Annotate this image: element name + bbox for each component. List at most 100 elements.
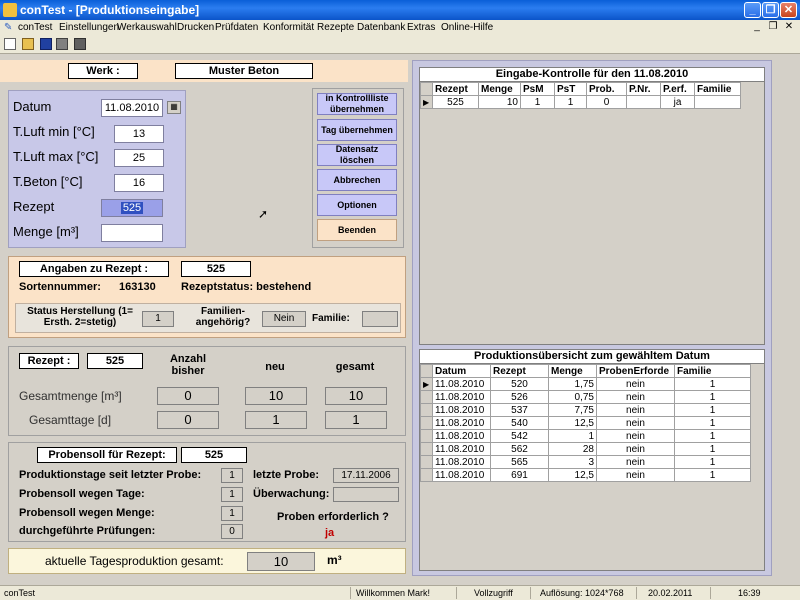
cell[interactable]: 1 bbox=[674, 455, 751, 469]
cell[interactable]: 11.08.2010 bbox=[432, 416, 491, 430]
minimize-button[interactable]: _ bbox=[744, 2, 761, 18]
cell[interactable]: 562 bbox=[490, 442, 549, 456]
menge-field[interactable] bbox=[101, 224, 163, 242]
cell[interactable]: 11.08.2010 bbox=[432, 442, 491, 456]
cell[interactable]: 0,75 bbox=[548, 390, 597, 404]
cell[interactable]: 11.08.2010 bbox=[432, 403, 491, 417]
datensatz-loeschen-button[interactable]: Datensatz löschen bbox=[317, 144, 397, 166]
tag-uebernehmen-button[interactable]: Tag übernehmen bbox=[317, 119, 397, 141]
cell[interactable]: 11.08.2010 bbox=[432, 429, 491, 443]
rezept-field[interactable]: 525 bbox=[101, 199, 163, 217]
cell[interactable]: nein bbox=[596, 429, 675, 443]
cell[interactable]: 1 bbox=[520, 95, 555, 109]
calendar-icon[interactable]: ▦ bbox=[167, 101, 181, 114]
row-selector[interactable] bbox=[420, 403, 433, 417]
cell[interactable]: nein bbox=[596, 416, 675, 430]
cell[interactable]: 520 bbox=[490, 377, 549, 391]
row-selector-icon[interactable]: ▶ bbox=[420, 95, 433, 109]
menu-rezepte[interactable]: Rezepte bbox=[317, 22, 354, 33]
row-selector-icon[interactable]: ▶ bbox=[420, 377, 433, 391]
cell[interactable]: 1 bbox=[674, 442, 751, 456]
cell[interactable]: 1 bbox=[674, 403, 751, 417]
menu-drucken[interactable]: Drucken bbox=[177, 22, 214, 33]
familie-field[interactable] bbox=[362, 311, 398, 327]
kontrollliste-button[interactable]: in Kontrollliste übernehmen bbox=[317, 93, 397, 115]
menu-online-hilfe[interactable]: Online-Hilfe bbox=[441, 22, 493, 33]
row-selector[interactable] bbox=[420, 416, 433, 430]
cell[interactable]: 537 bbox=[490, 403, 549, 417]
table-row[interactable]: 11.08.2010 565 3 nein 1 bbox=[420, 455, 751, 469]
mdi-minimize-icon[interactable]: _ bbox=[750, 21, 764, 34]
beenden-button[interactable]: Beenden bbox=[317, 219, 397, 241]
row-selector[interactable] bbox=[420, 442, 433, 456]
cell[interactable]: nein bbox=[596, 390, 675, 404]
table-row[interactable]: ▶ 525 10 1 1 0 ja bbox=[420, 95, 741, 109]
open-folder-icon[interactable] bbox=[22, 38, 34, 50]
cell[interactable]: 7,75 bbox=[548, 403, 597, 417]
datum-field[interactable]: 11.08.2010 bbox=[101, 99, 163, 117]
print-icon[interactable] bbox=[56, 38, 68, 50]
cell[interactable]: 11.08.2010 bbox=[432, 455, 491, 469]
maximize-button[interactable]: ❐ bbox=[762, 2, 779, 18]
cell[interactable]: 565 bbox=[490, 455, 549, 469]
cell[interactable]: 1 bbox=[674, 377, 751, 391]
familien-field[interactable]: Nein bbox=[262, 311, 306, 327]
cell[interactable] bbox=[694, 95, 741, 109]
row-selector[interactable] bbox=[420, 390, 433, 404]
tluft-max-field[interactable]: 25 bbox=[114, 149, 164, 167]
cell[interactable]: nein bbox=[596, 403, 675, 417]
cell[interactable]: 1 bbox=[674, 429, 751, 443]
cell[interactable]: 526 bbox=[490, 390, 549, 404]
cell[interactable]: 1,75 bbox=[548, 377, 597, 391]
cell[interactable]: 1 bbox=[674, 390, 751, 404]
table-row[interactable]: 11.08.2010 691 12,5 nein 1 bbox=[420, 468, 751, 482]
tbeton-field[interactable]: 16 bbox=[114, 174, 164, 192]
cell[interactable]: 691 bbox=[490, 468, 549, 482]
new-file-icon[interactable] bbox=[4, 38, 16, 50]
table-row[interactable]: 11.08.2010 540 12,5 nein 1 bbox=[420, 416, 751, 430]
cell[interactable]: 12,5 bbox=[548, 416, 597, 430]
menu-contest[interactable]: conTest bbox=[18, 22, 52, 33]
cell[interactable] bbox=[626, 95, 661, 109]
cell[interactable]: 542 bbox=[490, 429, 549, 443]
menu-pruefdaten[interactable]: Prüfdaten bbox=[215, 22, 258, 33]
table-row[interactable]: 11.08.2010 542 1 nein 1 bbox=[420, 429, 751, 443]
cell[interactable]: nein bbox=[596, 455, 675, 469]
menu-konformitaet[interactable]: Konformität bbox=[263, 22, 314, 33]
abbrechen-button[interactable]: Abbrechen bbox=[317, 169, 397, 191]
cell[interactable]: 525 bbox=[432, 95, 479, 109]
table-row[interactable]: ▶ 11.08.2010 520 1,75 nein 1 bbox=[420, 377, 751, 391]
cell[interactable]: nein bbox=[596, 468, 675, 482]
menu-werkauswahl[interactable]: Werkauswahl bbox=[117, 22, 177, 33]
cell[interactable]: 1 bbox=[674, 416, 751, 430]
save-icon[interactable] bbox=[40, 38, 52, 50]
uebersicht-grid[interactable]: Produktionsübersicht zum gewähltem Datum… bbox=[419, 349, 765, 571]
close-button[interactable]: ✕ bbox=[780, 2, 797, 18]
cell[interactable]: 10 bbox=[478, 95, 521, 109]
row-selector[interactable] bbox=[420, 455, 433, 469]
mdi-close-icon[interactable]: ✕ bbox=[782, 21, 796, 34]
cell[interactable]: nein bbox=[596, 442, 675, 456]
app-menu-icon[interactable]: ✎ bbox=[4, 22, 12, 33]
cell[interactable]: 1 bbox=[554, 95, 587, 109]
row-selector[interactable] bbox=[420, 468, 433, 482]
optionen-button[interactable]: Optionen bbox=[317, 194, 397, 216]
cell[interactable]: 12,5 bbox=[548, 468, 597, 482]
cell[interactable]: 11.08.2010 bbox=[432, 390, 491, 404]
table-row[interactable]: 11.08.2010 526 0,75 nein 1 bbox=[420, 390, 751, 404]
mdi-restore-icon[interactable]: ❐ bbox=[766, 21, 780, 34]
cell[interactable]: 3 bbox=[548, 455, 597, 469]
tluft-min-field[interactable]: 13 bbox=[114, 125, 164, 143]
cell[interactable]: 11.08.2010 bbox=[432, 468, 491, 482]
menu-einstellungen[interactable]: Einstellungen bbox=[59, 22, 119, 33]
menu-extras[interactable]: Extras bbox=[407, 22, 435, 33]
cell[interactable]: 0 bbox=[586, 95, 627, 109]
cell[interactable]: 1 bbox=[674, 468, 751, 482]
screen-icon[interactable] bbox=[74, 38, 86, 50]
cell[interactable]: 1 bbox=[548, 429, 597, 443]
cell[interactable]: 28 bbox=[548, 442, 597, 456]
herstellung-field[interactable]: 1 bbox=[142, 311, 174, 327]
table-row[interactable]: 11.08.2010 537 7,75 nein 1 bbox=[420, 403, 751, 417]
cell[interactable]: nein bbox=[596, 377, 675, 391]
menu-datenbank[interactable]: Datenbank bbox=[357, 22, 405, 33]
